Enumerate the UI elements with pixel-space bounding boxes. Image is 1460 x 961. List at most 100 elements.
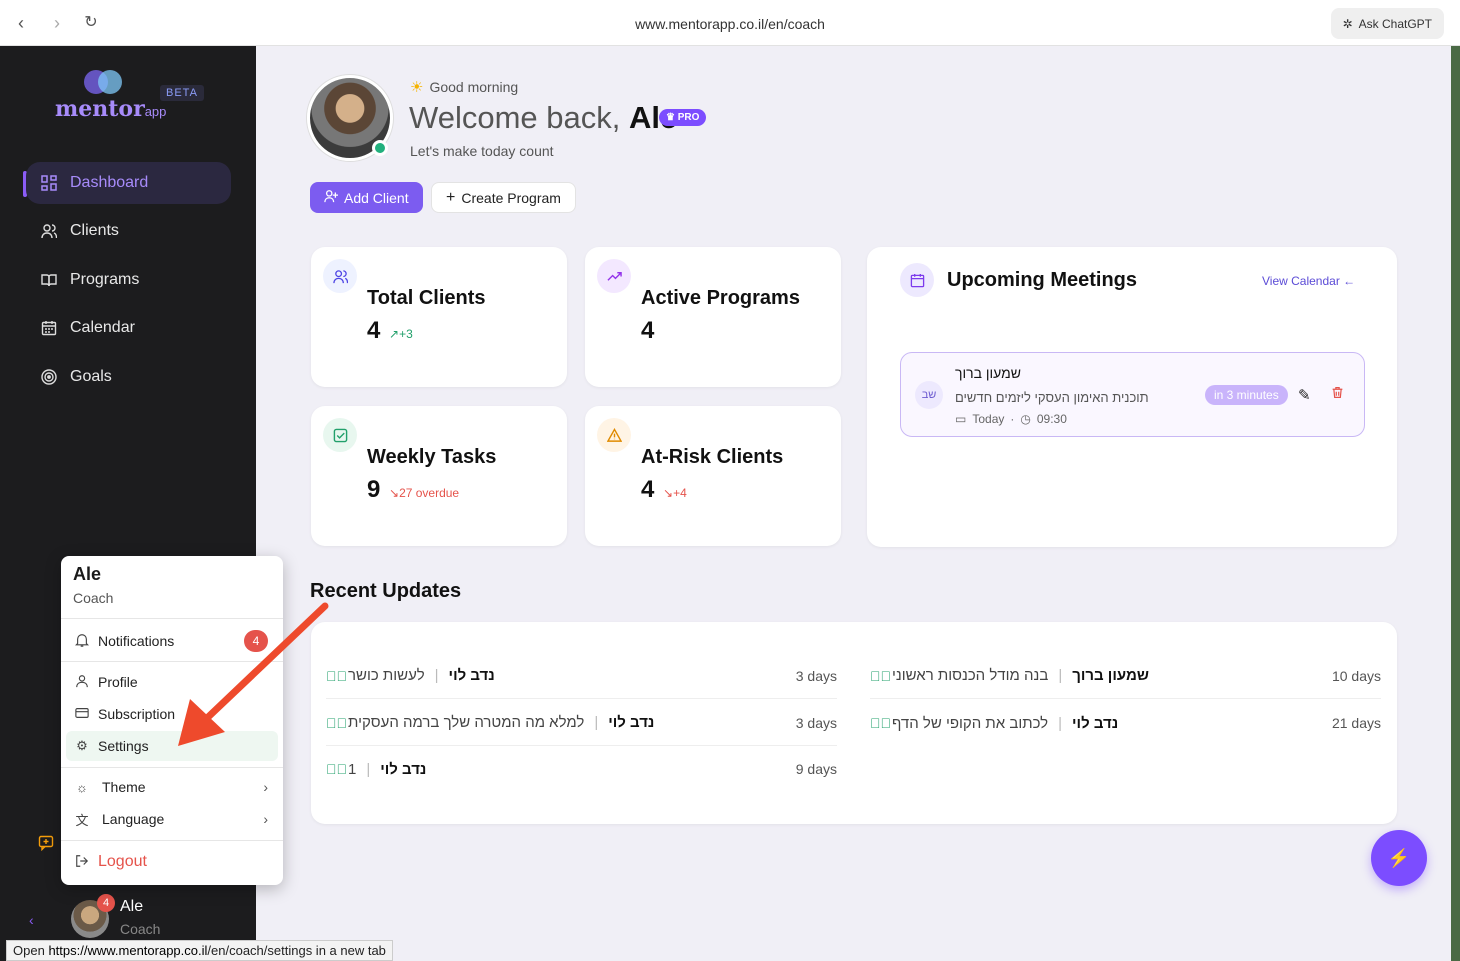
edit-icon[interactable]: ✎ [1298,386,1311,404]
stat-value: 4 [641,476,655,503]
stat-value: 9 [367,476,381,503]
avatar: שב [915,381,943,409]
check-circle-icon: ✓⃝ [870,715,891,731]
credit-card-icon [74,706,90,723]
update-text: נדב לוי | לכתוב את הקופי של הדף [892,714,1119,732]
menu-user-name: Ale [73,564,102,584]
beta-badge: BETA [160,85,204,101]
menu-item-label: Theme [102,779,146,795]
update-text: נדב לוי | לעשות כושר [348,667,495,684]
user-menu-popup: Ale Coach Notifications 4 Profile Subscr… [61,556,283,885]
update-row[interactable]: ✓⃝ שמעון ברוך | בנה מודל הכנסות ראשוני 10 … [870,653,1381,699]
calendar-icon [900,263,934,297]
greeting: ☀ Good morning [410,78,518,96]
create-program-label: Create Program [461,189,561,206]
logo[interactable]: mentorapp [55,96,166,122]
book-icon [40,271,58,289]
view-calendar-link[interactable]: View Calendar ← [1262,274,1355,288]
trash-icon[interactable] [1331,386,1344,402]
menu-item-label: Notifications [98,633,175,649]
window-edge [1451,46,1460,961]
add-user-icon [324,189,338,206]
menu-item-profile[interactable]: Profile [66,667,278,697]
sidebar-item-programs[interactable]: Programs [26,259,231,301]
update-row[interactable]: ✓⃝ נדב לוי | 1 9 days [326,746,837,792]
divider [61,767,283,768]
check-circle-icon: ✓⃝ [326,714,347,731]
meeting-hour: 09:30 [1036,412,1067,426]
create-program-button[interactable]: + Create Program [431,182,576,213]
meeting-item[interactable]: שב שמעון ברוך תוכנית האימון העסקי ליזמים… [900,352,1365,437]
plus-icon: + [446,188,456,206]
trend-icon [597,259,631,293]
logo-icon [84,70,124,94]
gear-icon: ⚙ [76,738,88,753]
chevron-right-icon: › [263,779,268,795]
sidebar-item-dashboard[interactable]: Dashboard [26,162,231,204]
update-text: נדב לוי | 1 [348,760,427,778]
calendar-icon [40,319,58,337]
sidebar-item-goals[interactable]: Goals [26,356,231,398]
stat-card-at-risk-clients[interactable]: At-Risk Clients 4 ↘+4 [585,406,841,546]
check-circle-icon: ✓⃝ [326,667,347,684]
user-name[interactable]: Ale [120,898,143,916]
link-status-bar: Open https://www.mentorapp.co.il/en/coac… [6,940,393,961]
menu-item-notifications[interactable]: Notifications 4 [66,626,278,656]
menu-item-theme[interactable]: ☼ Theme › [66,772,278,802]
sidebar-item-label: Programs [70,271,140,288]
collapse-sidebar-icon[interactable]: ‹ [29,912,34,928]
update-row[interactable]: ✓⃝ נדב לוי | למלא מה המטרה שלך ברמה העסקית… [326,700,837,746]
sun-icon: ☀ [410,79,424,96]
browser-toolbar: ‹ › ↻ www.mentorapp.co.il/en/coach ✲ Ask… [0,0,1460,46]
recent-updates-title: Recent Updates [310,580,462,602]
sidebar-item-clients[interactable]: Clients [26,210,231,252]
stat-card-weekly-tasks[interactable]: Weekly Tasks 9 ↘27 overdue [311,406,567,546]
add-client-button[interactable]: Add Client [310,182,423,213]
stat-card-total-clients[interactable]: Total Clients 4 ↗+3 [311,247,567,387]
sidebar-item-label: Clients [70,222,119,239]
calendar-small-icon: ▭ [955,412,967,426]
warning-icon [597,418,631,452]
feedback-icon[interactable] [38,835,56,853]
target-icon [40,368,58,386]
stat-card-active-programs[interactable]: Active Programs 4 [585,247,841,387]
sidebar-item-calendar[interactable]: Calendar [26,307,231,349]
bell-icon [74,633,90,650]
address-bar[interactable]: www.mentorapp.co.il/en/coach [0,16,1460,32]
sidebar-item-label: Dashboard [70,174,149,191]
menu-item-settings[interactable]: ⚙ Settings [66,731,278,761]
update-row[interactable]: ✓⃝ נדב לוי | לעשות כושר 3 days [326,653,837,699]
quick-action-button[interactable]: ⚡ [1371,830,1427,886]
menu-item-subscription[interactable]: Subscription [66,699,278,729]
update-days: 3 days [795,667,837,684]
ask-chatgpt-button[interactable]: ✲ Ask ChatGPT [1330,8,1444,39]
update-days: 10 days [1331,667,1381,684]
divider [61,661,283,662]
update-days: 3 days [795,714,837,731]
greeting-text: Good morning [429,79,519,95]
logout-icon [74,854,90,871]
translate-icon: 文 [75,812,89,828]
sidebar-item-label: Calendar [70,319,135,336]
trend-up-icon: ↗ [389,327,400,341]
users-icon [40,222,58,240]
user-role: Coach [120,921,161,937]
update-row[interactable]: ✓⃝ נדב לוי | לכתוב את הקופי של הדף 21 days [870,700,1381,746]
crown-icon: ♛ [666,112,675,123]
meetings-title: Upcoming Meetings [947,269,1138,291]
menu-item-language[interactable]: 文 Language › [66,804,278,834]
page-title: Welcome back, Ale [409,100,678,135]
menu-item-label: Subscription [98,706,176,722]
menu-item-logout[interactable]: Logout [66,847,278,877]
chatgpt-icon: ✲ [1342,16,1353,31]
menu-item-label: Logout [98,853,147,870]
meeting-client-name: שמעון ברוך [955,365,1021,381]
online-status-dot [372,140,388,156]
stat-delta: ↘27 overdue [389,486,460,500]
checkbox-icon [323,418,357,452]
meeting-day: Today [972,412,1005,426]
page-subtitle: Let's make today count [410,143,554,159]
update-text: שמעון ברוך | בנה מודל הכנסות ראשוני [892,667,1149,684]
stat-delta: ↗+3 [389,327,413,341]
add-client-label: Add Client [344,189,409,206]
